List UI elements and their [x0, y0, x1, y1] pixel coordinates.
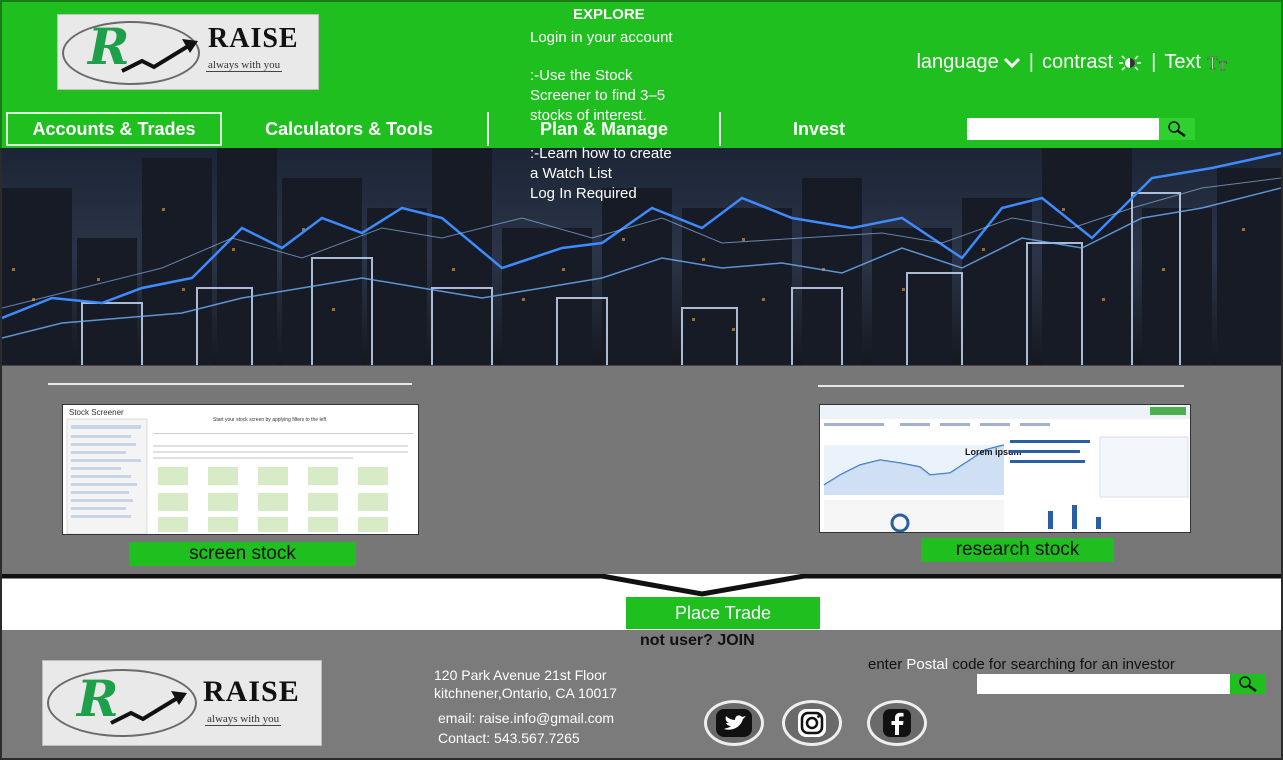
- nav-calculators-tools[interactable]: Calculators & Tools: [224, 112, 474, 146]
- explore-instructions: Login in your account :-Use the Stock Sc…: [530, 28, 730, 204]
- twitter-icon: [716, 709, 752, 737]
- explore-line-screener: :-Use the Stock Screener to find 3–5 sto…: [530, 67, 666, 124]
- stock-screener-preview: Stock Screener Start your stock screen b…: [63, 405, 418, 534]
- postal-search-label: enter Postal code for searching for an i…: [868, 656, 1175, 673]
- search-button[interactable]: [1159, 118, 1195, 140]
- footer-phone[interactable]: Contact: 543.567.7265: [438, 728, 614, 748]
- twitter-link[interactable]: [704, 700, 764, 746]
- trend-arrow-icon: [110, 691, 187, 725]
- chevron-down-icon[interactable]: [1003, 56, 1021, 70]
- postal-label-highlight: Postal: [906, 656, 949, 673]
- research-stock-preview: Lorem ipsum: [820, 405, 1190, 532]
- research-stock-thumbnail[interactable]: Lorem ipsum: [819, 404, 1191, 533]
- contrast-link[interactable]: contrast: [1042, 51, 1113, 74]
- nav-invest[interactable]: Invest: [721, 112, 917, 146]
- screen-stock-button[interactable]: screen stock: [129, 542, 356, 566]
- site-logo[interactable]: R RAISE always with you: [57, 14, 319, 90]
- instagram-icon: [798, 709, 826, 737]
- logo-tagline: always with you: [205, 713, 282, 726]
- utility-bar: language | contrast | Text T T: [916, 51, 1235, 74]
- search-icon: [1239, 676, 1257, 693]
- footer-contact: email: raise.info@gmail.com Contact: 543…: [438, 708, 614, 748]
- logo-wordmark: RAISE: [203, 675, 300, 708]
- utility-separator: |: [1151, 51, 1157, 73]
- left-rule: [48, 383, 412, 385]
- search-input[interactable]: [967, 118, 1159, 140]
- text-size-link[interactable]: Text: [1164, 51, 1201, 74]
- explore-line-login: Login in your account: [530, 29, 673, 46]
- text-size-icon[interactable]: T T: [1205, 54, 1235, 72]
- screener-thumb-heading: Start your stock screen by applying filt…: [213, 417, 327, 423]
- trend-arrow-icon: [121, 39, 198, 73]
- postal-label-prefix: enter: [868, 656, 907, 673]
- utility-separator: |: [1028, 51, 1034, 73]
- svg-text:T: T: [1207, 54, 1218, 72]
- explore-line-watchlist: :-Learn how to create a Watch List Log I…: [530, 145, 672, 202]
- postal-code-input[interactable]: [977, 674, 1230, 694]
- logo-wordmark: RAISE: [208, 23, 299, 54]
- screener-thumb-title: Stock Screener: [69, 408, 124, 417]
- footer-address: 120 Park Avenue 21st Floor kitchnener,On…: [434, 666, 617, 702]
- place-trade-button[interactable]: Place Trade: [626, 597, 820, 629]
- logo-tagline: always with you: [206, 59, 283, 72]
- search-icon: [1168, 121, 1186, 138]
- svg-text:T: T: [1219, 58, 1227, 72]
- contrast-icon[interactable]: [1117, 54, 1143, 72]
- language-link[interactable]: language: [916, 51, 998, 74]
- facebook-icon: [883, 709, 911, 737]
- explore-title: EXPLORE: [573, 6, 645, 23]
- nav-accounts-trades[interactable]: Accounts & Trades: [6, 112, 222, 146]
- research-stock-button[interactable]: research stock: [921, 538, 1114, 562]
- footer-logo[interactable]: R RAISE always with you: [42, 660, 322, 746]
- postal-label-suffix: code for searching for an investor: [948, 656, 1175, 673]
- instagram-link[interactable]: [782, 700, 842, 746]
- postal-search-button[interactable]: [1230, 674, 1266, 694]
- join-link[interactable]: not user? JOIN: [640, 632, 755, 650]
- right-rule: [818, 385, 1184, 387]
- footer-email[interactable]: email: raise.info@gmail.com: [438, 708, 614, 728]
- stock-screener-thumbnail[interactable]: Stock Screener Start your stock screen b…: [62, 404, 419, 535]
- facebook-link[interactable]: [867, 700, 927, 746]
- address-line-1: 120 Park Avenue 21st Floor: [434, 667, 607, 683]
- address-line-2: kitchnener,Ontario, CA 10017: [434, 685, 617, 701]
